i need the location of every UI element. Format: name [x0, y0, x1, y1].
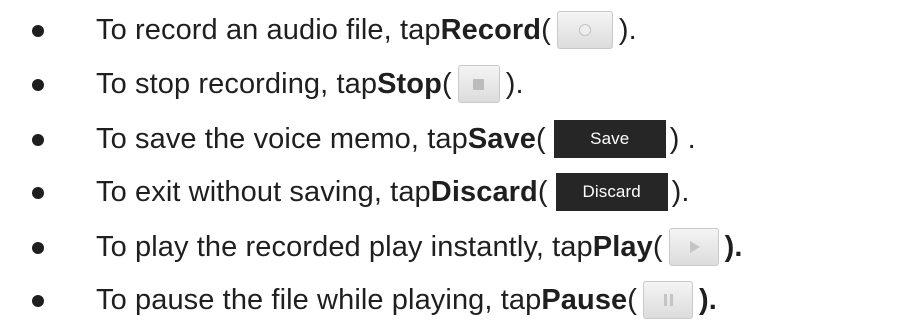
- item-close-paren: ).: [671, 175, 690, 208]
- play-icon: [668, 228, 719, 266]
- item-open-paren: (: [441, 67, 452, 100]
- list-item-text: To record an audio file, tap Record ( ).: [96, 4, 637, 56]
- instruction-list: To record an audio file, tap Record ( ).…: [0, 0, 924, 328]
- item-open-paren: (: [541, 13, 551, 46]
- list-item-text: To save the voice memo, tap Save ( Save …: [96, 113, 696, 165]
- item-bold-term: Save: [467, 122, 536, 155]
- pause-icon: [643, 281, 694, 319]
- bullet: [32, 134, 44, 146]
- list-item-text: To exit without saving, tap Discard ( Di…: [96, 166, 690, 218]
- item-bold-term: Record: [440, 13, 542, 46]
- bullet: [32, 295, 44, 307]
- item-open-paren: (: [535, 122, 546, 155]
- item-text: To record an audio file, tap: [96, 13, 441, 46]
- list-item-text: To stop recording, tap Stop ( ).: [96, 58, 524, 110]
- item-open-paren: (: [652, 230, 663, 263]
- item-text: To exit without saving, tap: [96, 175, 431, 208]
- discard-button: Discard: [555, 173, 668, 211]
- item-close-paren: ).: [618, 13, 637, 46]
- item-text: To save the voice memo, tap: [96, 122, 468, 155]
- bullet: [32, 79, 44, 91]
- item-open-paren: (: [627, 283, 638, 316]
- item-bold-term: Pause: [541, 283, 628, 316]
- bullet: [32, 187, 44, 199]
- item-bold-term: Play: [592, 230, 653, 263]
- item-text: To play the recorded play instantly, tap: [96, 230, 593, 263]
- stop-icon: [457, 65, 500, 103]
- item-text: To stop recording, tap: [96, 67, 378, 100]
- item-open-paren: (: [537, 175, 548, 208]
- record-icon: [556, 11, 613, 49]
- item-close-paren: ) .: [669, 122, 696, 155]
- save-button: Save: [553, 120, 666, 158]
- list-item-text: To play the recorded play instantly, tap…: [96, 221, 743, 273]
- item-bold-term: Stop: [377, 67, 442, 100]
- item-close-paren: ).: [699, 283, 717, 316]
- item-text: To pause the file while playing, tap: [96, 283, 542, 316]
- bullet: [32, 242, 44, 254]
- item-bold-term: Discard: [430, 175, 538, 208]
- list-item-text: To pause the file while playing, tap Pau…: [96, 274, 717, 326]
- bullet: [32, 25, 44, 37]
- item-close-paren: ).: [505, 67, 524, 100]
- item-close-paren: ).: [724, 230, 743, 263]
